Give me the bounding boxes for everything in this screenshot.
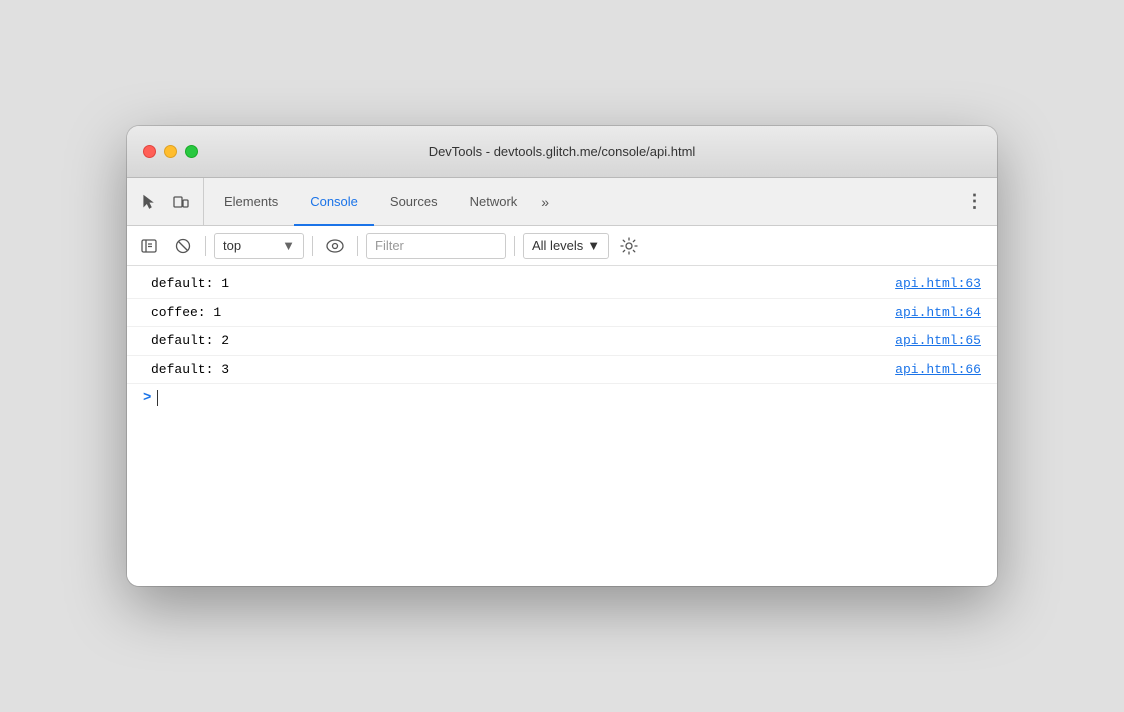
console-row: default: 3 api.html:66 — [127, 356, 997, 385]
close-button[interactable] — [143, 145, 156, 158]
console-input-row: > — [127, 384, 997, 412]
titlebar: DevTools - devtools.glitch.me/console/ap… — [127, 126, 997, 178]
device-icon-button[interactable] — [167, 188, 195, 216]
console-source-link[interactable]: api.html:63 — [895, 274, 981, 294]
console-cursor — [157, 390, 158, 406]
console-source-link[interactable]: api.html:66 — [895, 360, 981, 380]
tab-sources[interactable]: Sources — [374, 178, 454, 226]
clear-icon — [175, 238, 191, 254]
tab-more-button[interactable]: » — [533, 178, 557, 225]
filter-input[interactable] — [366, 233, 506, 259]
console-source-link[interactable]: api.html:65 — [895, 331, 981, 351]
eye-icon-button[interactable] — [321, 232, 349, 260]
toolbar-icon-group — [135, 178, 204, 225]
sidebar-toggle-button[interactable] — [135, 232, 163, 260]
inspect-icon-button[interactable] — [135, 188, 163, 216]
gear-icon — [620, 237, 638, 255]
tab-console[interactable]: Console — [294, 178, 374, 226]
context-selector[interactable]: top ▼ — [214, 233, 304, 259]
log-levels-selector[interactable]: All levels ▼ — [523, 233, 609, 259]
console-row: coffee: 1 api.html:64 — [127, 299, 997, 328]
window-title: DevTools - devtools.glitch.me/console/ap… — [429, 144, 696, 159]
tab-network[interactable]: Network — [454, 178, 534, 226]
toolbar-spacer — [557, 178, 961, 225]
toolbar-divider-4 — [514, 236, 515, 256]
console-row: default: 1 api.html:63 — [127, 270, 997, 299]
toolbar-divider-2 — [312, 236, 313, 256]
traffic-lights — [143, 145, 198, 158]
maximize-button[interactable] — [185, 145, 198, 158]
devtools-window: DevTools - devtools.glitch.me/console/ap… — [127, 126, 997, 586]
console-output: default: 1 api.html:63 coffee: 1 api.htm… — [127, 266, 997, 586]
console-toolbar: top ▼ All levels ▼ — [127, 226, 997, 266]
eye-icon — [326, 239, 344, 253]
sidebar-icon — [141, 238, 157, 254]
clear-console-button[interactable] — [169, 232, 197, 260]
console-settings-button[interactable] — [615, 232, 643, 260]
console-prompt: > — [143, 390, 151, 406]
devtools-menu-button[interactable]: ⋮ — [961, 178, 989, 225]
console-row: default: 2 api.html:65 — [127, 327, 997, 356]
tab-elements[interactable]: Elements — [208, 178, 294, 226]
minimize-button[interactable] — [164, 145, 177, 158]
toolbar-divider — [205, 236, 206, 256]
toolbar-divider-3 — [357, 236, 358, 256]
console-source-link[interactable]: api.html:64 — [895, 303, 981, 323]
tab-bar: Elements Console Sources Network » ⋮ — [127, 178, 997, 226]
cursor-icon — [141, 194, 157, 210]
device-icon — [173, 194, 189, 210]
